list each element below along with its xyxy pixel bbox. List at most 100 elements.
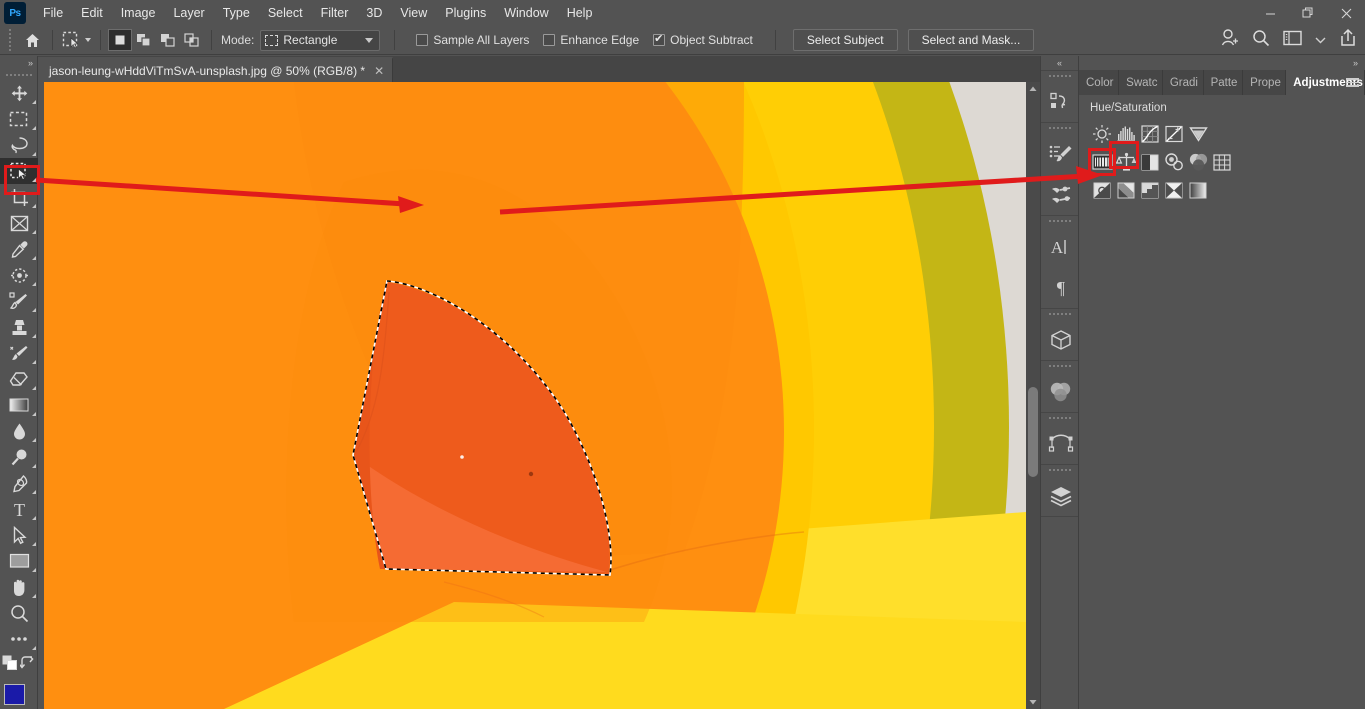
canvas-vertical-scrollbar[interactable] (1026, 82, 1040, 709)
tab-patte[interactable]: Patte (1204, 70, 1244, 95)
document-tab[interactable]: jason-leung-wHddViTmSvA-unsplash.jpg @ 5… (38, 57, 393, 82)
dock-grip[interactable] (1041, 465, 1078, 475)
scrollbar-thumb[interactable] (1028, 387, 1038, 477)
menu-item-filter[interactable]: Filter (312, 2, 358, 24)
layers-panel-icon[interactable] (1041, 475, 1080, 516)
tab-gradi[interactable]: Gradi (1163, 70, 1204, 95)
swap-colors-icon[interactable] (20, 656, 35, 675)
tab-prope[interactable]: Prope (1243, 70, 1286, 95)
brightness-contrast-icon[interactable] (1090, 122, 1114, 146)
black-and-white-icon[interactable] (1138, 150, 1162, 174)
chevron-down-icon[interactable] (85, 38, 91, 42)
checkbox-box[interactable] (653, 34, 665, 46)
menu-item-image[interactable]: Image (112, 2, 165, 24)
checkbox-sample-all-layers[interactable]: Sample All Layers (416, 33, 529, 47)
rectangular-marquee-tool[interactable] (0, 106, 38, 132)
menu-item-view[interactable]: View (391, 2, 436, 24)
scroll-down-arrow-icon[interactable] (1026, 695, 1040, 709)
color-lookup-icon[interactable] (1210, 150, 1234, 174)
maximize-button[interactable] (1289, 0, 1327, 26)
menu-item-select[interactable]: Select (259, 2, 312, 24)
pen-tool[interactable] (0, 470, 38, 496)
checkbox-enhance-edge[interactable]: Enhance Edge (543, 33, 639, 47)
history-brush-tool[interactable] (0, 340, 38, 366)
minimize-button[interactable] (1251, 0, 1289, 26)
dock-grip[interactable] (1041, 361, 1078, 371)
invert-icon[interactable] (1090, 178, 1114, 202)
menu-item-plugins[interactable]: Plugins (436, 2, 495, 24)
menu-item-3d[interactable]: 3D (357, 2, 391, 24)
intersect-selection-button[interactable] (180, 29, 204, 51)
share-export-icon[interactable] (1339, 28, 1357, 52)
clone-stamp-tool[interactable] (0, 314, 38, 340)
share-user-icon[interactable] (1220, 28, 1239, 52)
dock-grip[interactable] (1041, 71, 1078, 81)
paths-panel-icon[interactable] (1041, 423, 1080, 464)
hue-saturation-icon[interactable] (1090, 150, 1114, 174)
new-selection-button[interactable] (108, 29, 132, 51)
crop-tool[interactable] (0, 184, 38, 210)
move-tool[interactable] (0, 80, 38, 106)
color-balance-icon[interactable] (1114, 150, 1138, 174)
menu-item-file[interactable]: File (34, 2, 72, 24)
chevron-down-icon[interactable] (1315, 31, 1326, 49)
eyedropper-tool[interactable] (0, 236, 38, 262)
lasso-tool[interactable] (0, 132, 38, 158)
options-bar-grip[interactable] (6, 29, 13, 51)
zoom-tool[interactable] (0, 600, 38, 626)
path-selection-tool[interactable] (0, 522, 38, 548)
tab-swatc[interactable]: Swatc (1119, 70, 1163, 95)
eraser-tool[interactable] (0, 366, 38, 392)
button-select-subject[interactable]: Select Subject (793, 29, 898, 51)
expand-toolbar-icon[interactable]: » (0, 56, 37, 69)
vibrance-icon[interactable] (1186, 122, 1210, 146)
paragraph-panel-icon[interactable]: ¶ (1041, 267, 1080, 308)
type-tool[interactable]: T (0, 496, 38, 522)
close-icon[interactable]: ✕ (374, 64, 384, 78)
default-colors-icon[interactable] (2, 655, 17, 675)
active-tool-icon[interactable] (60, 31, 93, 50)
character-panel-icon[interactable]: A (1041, 226, 1080, 267)
edit-toolbar-tool[interactable] (0, 626, 38, 652)
home-icon[interactable] (19, 28, 45, 52)
brush-settings-panel-icon[interactable] (1041, 133, 1080, 174)
photo-filter-icon[interactable] (1162, 150, 1186, 174)
dock-grip[interactable] (1041, 216, 1078, 226)
image-canvas[interactable] (44, 82, 1026, 709)
rectangle-tool[interactable] (0, 548, 38, 574)
history-panel-icon[interactable] (1041, 81, 1080, 122)
dock-grip[interactable] (1041, 309, 1078, 319)
checkbox-object-subtract[interactable]: Object Subtract (653, 33, 753, 47)
collapse-panels-icon[interactable]: « (1041, 56, 1078, 70)
levels-icon[interactable] (1114, 122, 1138, 146)
foreground-color-swatch[interactable] (4, 684, 25, 705)
dock-grip[interactable] (1041, 413, 1078, 423)
gradient-map-icon[interactable] (1162, 178, 1186, 202)
blur-tool[interactable] (0, 418, 38, 444)
close-button[interactable] (1327, 0, 1365, 26)
menu-item-type[interactable]: Type (214, 2, 259, 24)
brushes-panel-icon[interactable] (1041, 174, 1080, 215)
dodge-tool[interactable] (0, 444, 38, 470)
exposure-icon[interactable] (1162, 122, 1186, 146)
add-to-selection-button[interactable] (132, 29, 156, 51)
dock-grip[interactable] (1041, 123, 1078, 133)
menu-item-help[interactable]: Help (558, 2, 602, 24)
3d-panel-icon[interactable] (1041, 319, 1080, 360)
curves-icon[interactable] (1138, 122, 1162, 146)
menu-item-edit[interactable]: Edit (72, 2, 112, 24)
frame-tool[interactable] (0, 210, 38, 236)
spot-healing-brush-tool[interactable] (0, 262, 38, 288)
threshold-icon[interactable] (1138, 178, 1162, 202)
channels-panel-icon[interactable] (1041, 371, 1080, 412)
button-select-and-mask[interactable]: Select and Mask... (908, 29, 1035, 51)
subtract-from-selection-button[interactable] (156, 29, 180, 51)
tab-color[interactable]: Color (1079, 70, 1119, 95)
menu-item-window[interactable]: Window (495, 2, 557, 24)
workspace-icon[interactable] (1283, 30, 1302, 51)
panel-menu-icon[interactable] (1343, 74, 1361, 91)
gradient-tool[interactable] (0, 392, 38, 418)
object-selection-tool[interactable] (0, 158, 38, 184)
channel-mixer-icon[interactable] (1186, 150, 1210, 174)
search-icon[interactable] (1252, 29, 1270, 52)
